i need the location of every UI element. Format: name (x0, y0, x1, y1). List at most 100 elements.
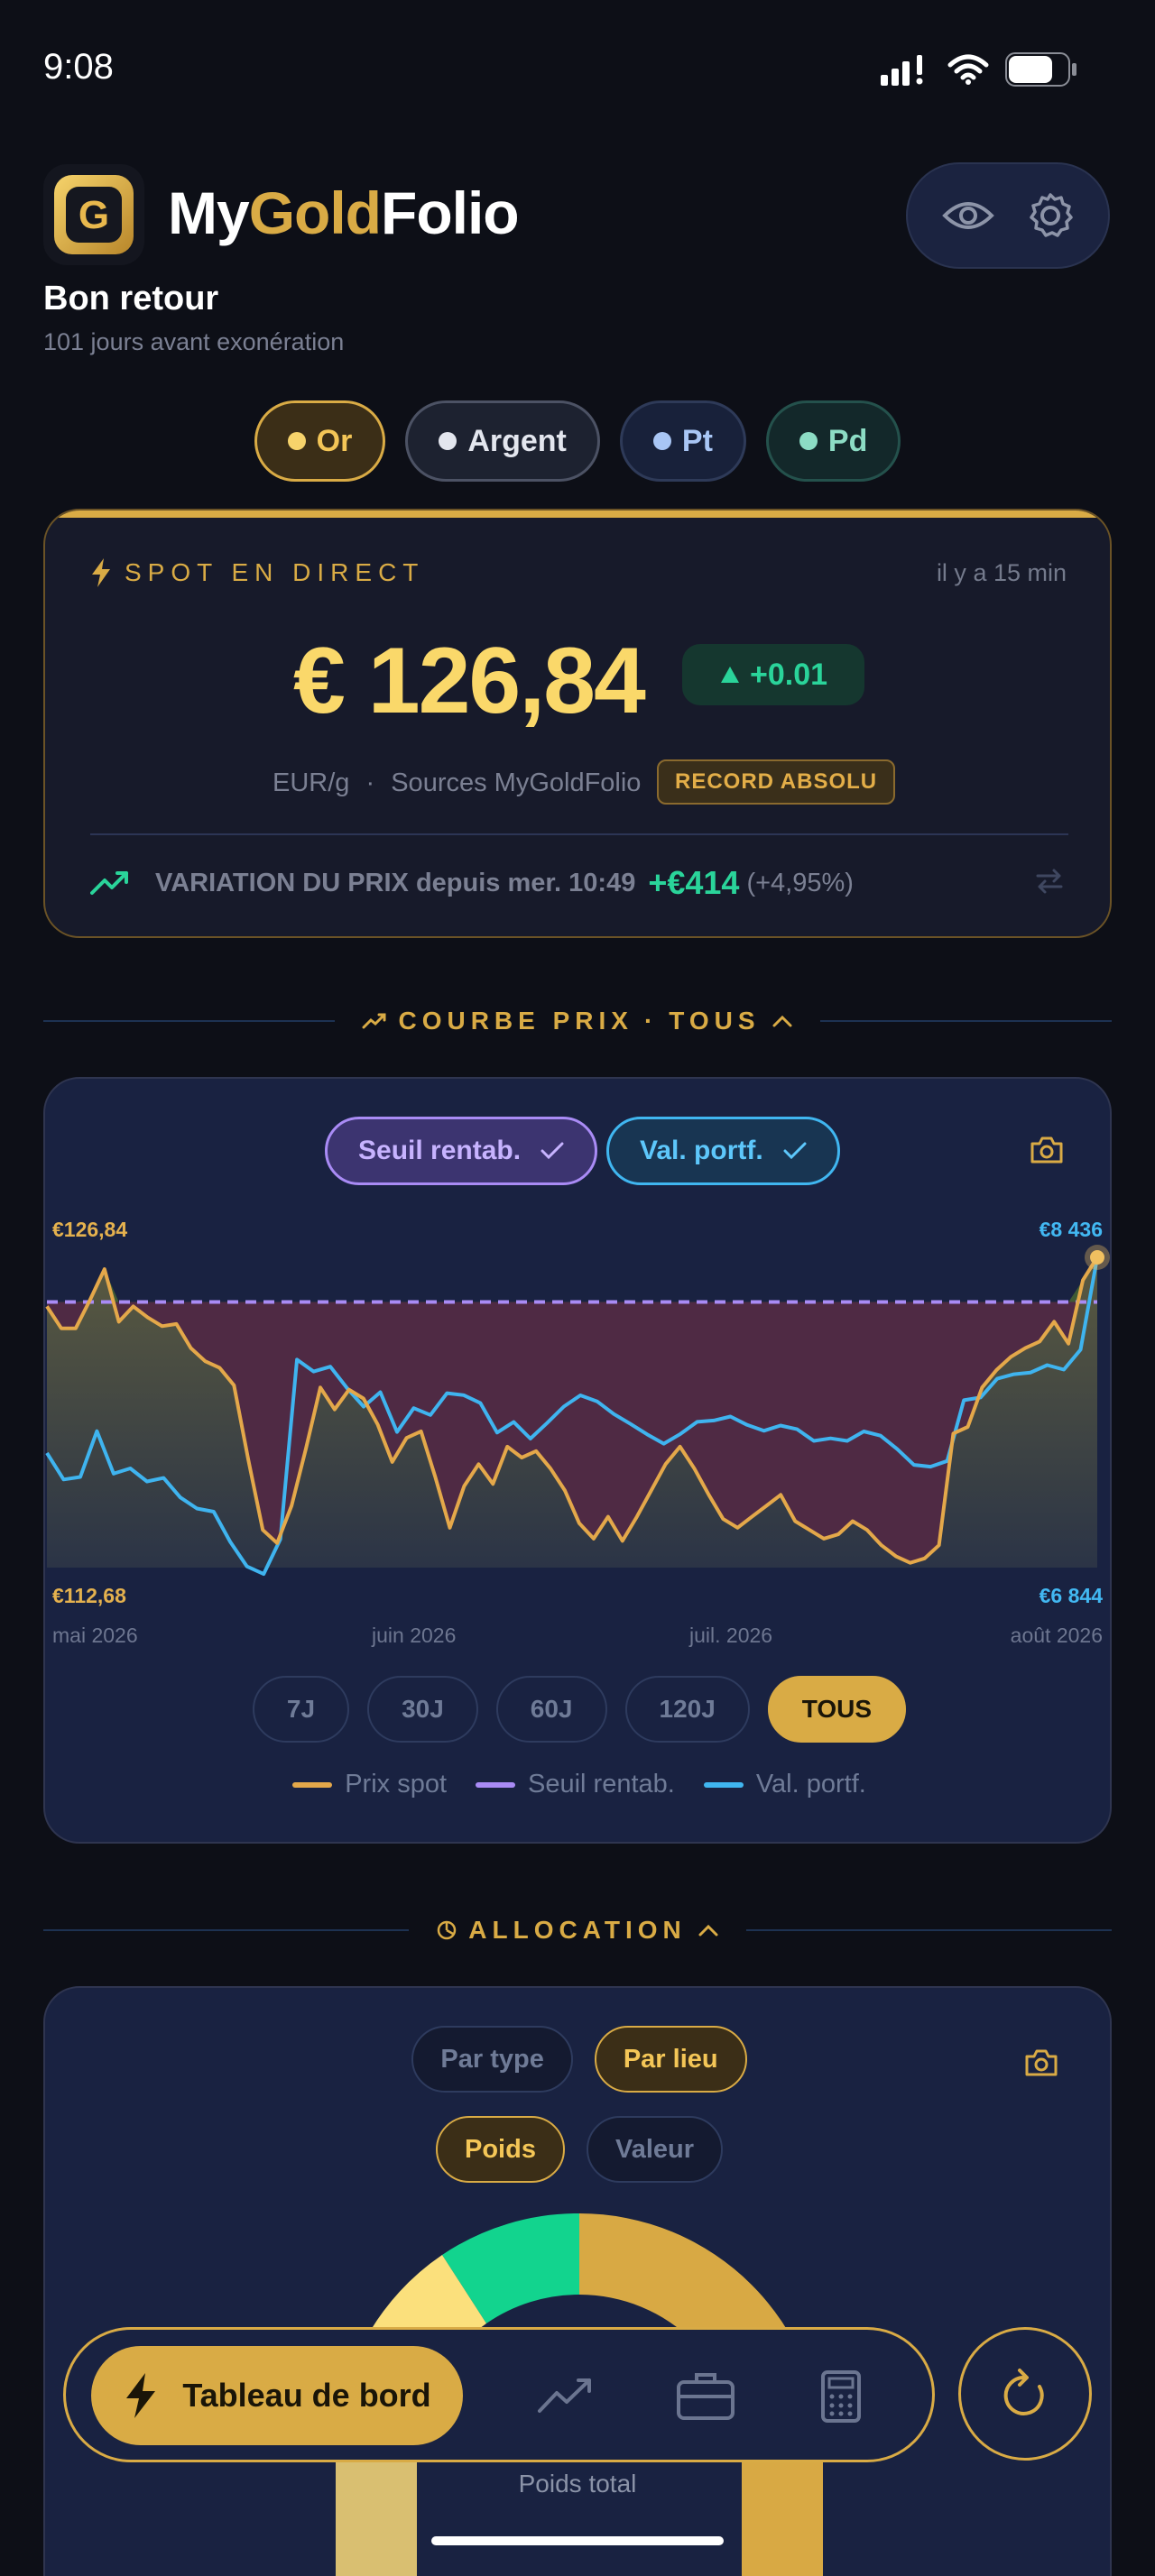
nav-dashboard-label: Tableau de bord (182, 2377, 431, 2414)
lightning-icon (126, 2373, 156, 2418)
metal-chip-label: Argent (467, 423, 567, 458)
refresh-button[interactable] (958, 2327, 1092, 2461)
chevron-up-icon (698, 1924, 718, 1937)
metal-selector: Or Argent Pt Pd (0, 400, 1155, 482)
camera-icon[interactable] (1023, 2047, 1059, 2078)
x-axis-label: mai 2026 (52, 1624, 138, 1647)
legend-label: Val. portf. (755, 1770, 866, 1799)
range-120j-button[interactable]: 120J (624, 1676, 750, 1743)
group-selector: Par type Par lieu (45, 2026, 1110, 2093)
range-30j-button[interactable]: 30J (367, 1676, 478, 1743)
divider (43, 1929, 410, 1931)
metal-chip-gold[interactable]: Or (254, 400, 386, 482)
legend-swatch (292, 1781, 333, 1788)
x-axis-label: août 2026 (1010, 1624, 1103, 1647)
chevron-up-icon (772, 1015, 792, 1027)
brand-part-folio: Folio (381, 179, 520, 246)
spot-unit: EUR/g (273, 768, 350, 797)
spot-change-value: +0.01 (749, 657, 828, 692)
price-variation: VARIATION DU PRIX depuis mer. 10:49 +€41… (90, 864, 854, 902)
trend-up-icon (362, 1013, 386, 1029)
header-actions (906, 162, 1110, 269)
metric-selector: Poids Valeur (45, 2116, 1110, 2183)
variation-amount: +€414 (648, 864, 740, 901)
x-axis-label: juin 2026 (372, 1624, 457, 1647)
range-7j-button[interactable]: 7J (252, 1676, 350, 1743)
signal-icon (881, 55, 923, 86)
variation-percent: (+4,95%) (746, 868, 854, 897)
spot-price: € 126,84 (293, 629, 646, 733)
legend-label: Prix spot (345, 1770, 448, 1799)
range-60j-button[interactable]: 60J (495, 1676, 607, 1743)
exemption-countdown: 101 jours avant exonération (43, 328, 345, 355)
gain-area (47, 1257, 1097, 1302)
platinum-dot-icon (652, 432, 671, 450)
group-by-location-button[interactable]: Par lieu (594, 2026, 747, 2093)
legend-item-portfolio: Val. portf. (703, 1770, 866, 1799)
logo-g-icon: G (66, 187, 122, 243)
spot-source: Sources MyGoldFolio (391, 768, 642, 797)
x-axis-label: juil. 2026 (689, 1624, 773, 1647)
wifi-icon (947, 54, 989, 85)
briefcase-icon[interactable] (676, 2369, 735, 2420)
group-by-type-button[interactable]: Par type (411, 2026, 573, 2093)
record-badge: RECORD ABSOLU (657, 759, 896, 805)
legend-swatch (476, 1781, 516, 1788)
brand-part-my: My (168, 179, 250, 246)
brand-part-gold: Gold (248, 179, 382, 246)
metal-chip-label: Pt (681, 423, 713, 458)
last-point-marker (1090, 1250, 1104, 1265)
metal-chip-label: Or (316, 423, 353, 458)
legend-swatch (703, 1781, 744, 1788)
home-indicator (431, 2536, 724, 2545)
chart-legend: Prix spot Seuil rentab. Val. portf. (45, 1770, 1110, 1799)
separator-dot: · (643, 1007, 659, 1035)
spot-price-card: SPOT EN DIRECT il y a 15 min € 126,84 +0… (43, 509, 1112, 938)
chart-line-icon[interactable] (537, 2377, 593, 2415)
metal-chip-silver[interactable]: Argent (405, 400, 600, 482)
price-chart-card: Seuil rentab. Val. portf. €126,84 €8 436… (43, 1077, 1112, 1844)
card-accent-bar (45, 511, 1110, 518)
swap-icon[interactable] (1034, 866, 1065, 897)
palladium-dot-icon (799, 432, 818, 450)
lightning-icon (92, 558, 110, 587)
metric-weight-button[interactable]: Poids (435, 2116, 565, 2183)
separator-dot: · (365, 768, 375, 797)
calculator-icon[interactable] (820, 2369, 862, 2424)
logo-letter: G (79, 193, 109, 237)
divider (90, 833, 1068, 835)
gear-icon[interactable] (1025, 190, 1076, 241)
pie-icon (438, 1920, 457, 1940)
curve-section-header[interactable]: COURBE PRIX · TOUS (43, 1007, 1113, 1035)
metric-value-button[interactable]: Valeur (586, 2116, 724, 2183)
metal-chip-platinum[interactable]: Pt (619, 400, 746, 482)
legend-item-spot: Prix spot (292, 1770, 447, 1799)
triangle-up-icon (720, 667, 739, 683)
curve-section-range: TOUS (669, 1007, 761, 1035)
allocation-section-title: ALLOCATION (468, 1916, 687, 1944)
battery-icon (1005, 52, 1076, 87)
app-logo: G (43, 164, 144, 265)
refresh-icon (1003, 2369, 1044, 2415)
spot-live-text: SPOT EN DIRECT (125, 558, 425, 586)
eye-icon[interactable] (941, 198, 995, 234)
allocation-section-header[interactable]: ALLOCATION (43, 1916, 1113, 1945)
trend-up-icon (90, 871, 128, 895)
status-icons (881, 52, 1077, 87)
metal-chip-palladium[interactable]: Pd (765, 400, 901, 482)
spot-updated-time: il y a 15 min (936, 559, 1067, 586)
range-all-button[interactable]: TOUS (767, 1676, 907, 1743)
variation-label: VARIATION DU PRIX depuis mer. 10:49 (155, 868, 636, 897)
price-line-chart[interactable] (45, 1079, 1112, 1674)
metal-chip-label: Pd (827, 423, 868, 458)
legend-label: Seuil rentab. (528, 1770, 675, 1799)
silver-dot-icon (439, 432, 457, 450)
nav-dashboard-button[interactable]: Tableau de bord (91, 2346, 463, 2445)
welcome-text: Bon retour (43, 280, 219, 317)
bottom-nav: Tableau de bord (63, 2327, 935, 2462)
spot-live-label: SPOT EN DIRECT (90, 557, 424, 588)
brand-title: MyGoldFolio (168, 179, 520, 247)
legend-item-breakeven: Seuil rentab. (476, 1770, 675, 1799)
divider (43, 1020, 336, 1022)
spot-unit-source: EUR/g · Sources MyGoldFolio (273, 768, 641, 798)
